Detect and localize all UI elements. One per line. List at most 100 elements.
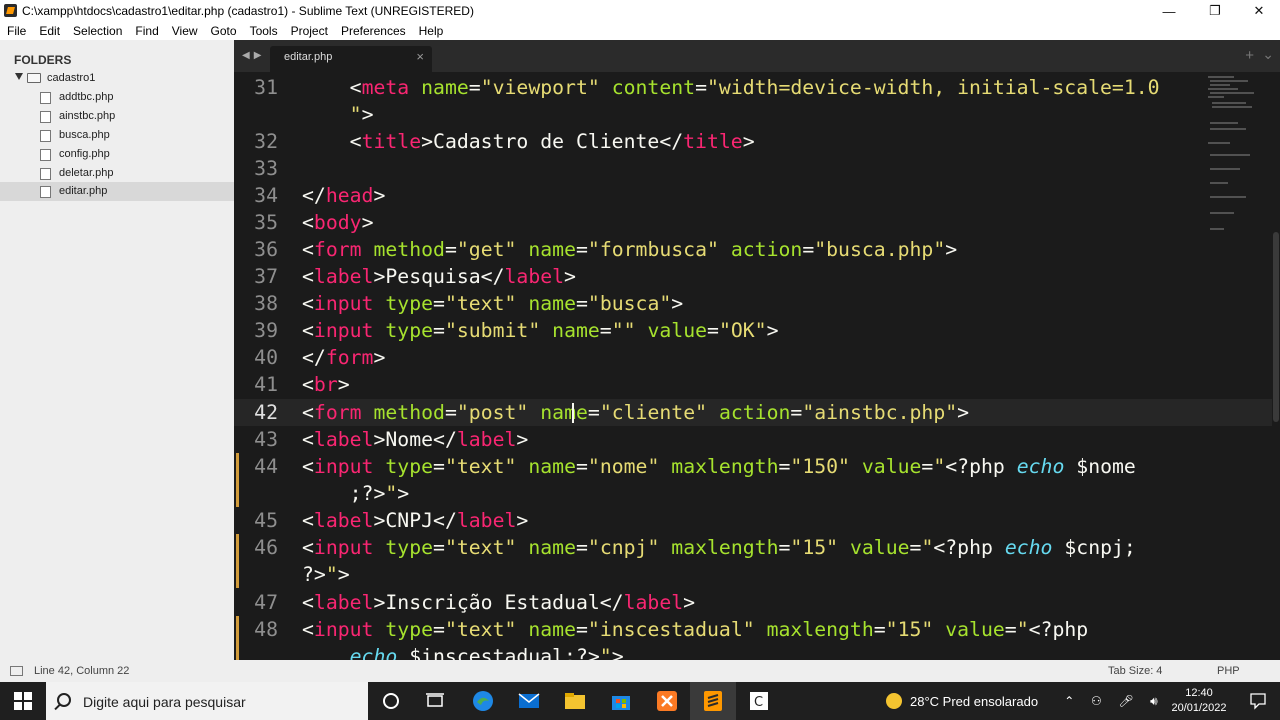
folder-item[interactable]: cadastro1: [0, 70, 234, 88]
code-line: <input type="text" name="nome" maxlength…: [302, 455, 1136, 478]
syntax-mode[interactable]: PHP: [1217, 665, 1240, 677]
menu-goto[interactable]: Goto: [205, 22, 244, 40]
notification-button[interactable]: [1236, 682, 1280, 720]
minimize-button[interactable]: —: [1146, 0, 1192, 22]
tab-bar: ◀▶ editar.php × + ⌄: [234, 40, 1280, 72]
chevron-up-icon[interactable]: ⌃: [1064, 694, 1074, 708]
file-icon: [40, 130, 51, 142]
code-line: <form method="get" name="formbusca" acti…: [302, 238, 958, 261]
close-button[interactable]: ✕: [1236, 0, 1280, 22]
panel-toggle-icon[interactable]: [10, 666, 23, 676]
file-item[interactable]: config.php: [0, 145, 234, 164]
menu-preferences[interactable]: Preferences: [335, 22, 413, 40]
menu-view[interactable]: View: [166, 22, 205, 40]
file-label: config.php: [59, 148, 110, 160]
search-icon: [57, 693, 71, 707]
code-line: <label>Pesquisa</label>: [302, 265, 576, 288]
file-icon: [40, 111, 51, 123]
text-cursor: [572, 403, 574, 423]
chevron-down-icon[interactable]: ⌄: [1262, 46, 1274, 63]
tab-label: editar.php: [284, 51, 333, 63]
store-app[interactable]: [598, 682, 644, 720]
code-line: </head>: [302, 184, 386, 207]
xampp-app[interactable]: [644, 682, 690, 720]
folder-icon: [565, 693, 585, 709]
file-item[interactable]: addtbc.php: [0, 88, 234, 107]
menu-project[interactable]: Project: [285, 22, 335, 40]
sublime-text-app[interactable]: [690, 682, 736, 720]
file-explorer-app[interactable]: [552, 682, 598, 720]
cursor-position[interactable]: Line 42, Column 22: [34, 665, 129, 677]
file-item[interactable]: ainstbc.php: [0, 107, 234, 126]
file-icon: [40, 92, 51, 104]
file-item[interactable]: deletar.php: [0, 164, 234, 183]
weather-widget[interactable]: 28°C Pred ensolarado: [886, 682, 1038, 720]
file-label: ainstbc.php: [59, 110, 116, 122]
file-icon: [40, 149, 51, 161]
mail-icon: [518, 693, 540, 708]
code-line: <input type="text" name="cnpj" maxlength…: [302, 536, 1136, 559]
menu-tools[interactable]: Tools: [244, 22, 285, 40]
vertical-scrollbar[interactable]: [1272, 72, 1280, 660]
close-icon[interactable]: ×: [416, 49, 424, 64]
line-number: 31: [254, 76, 278, 99]
code-line: <br>: [302, 373, 350, 396]
code-line: <label>Inscrição Estadual</label>: [302, 591, 696, 614]
windows-logo-icon: [14, 692, 32, 710]
plus-icon[interactable]: +: [1245, 47, 1254, 64]
notification-icon: [1250, 693, 1266, 710]
code-line: ;?>">: [349, 482, 410, 505]
menu-find[interactable]: Find: [129, 22, 165, 40]
minimap[interactable]: [1206, 72, 1266, 242]
line-number: 32: [254, 130, 278, 153]
file-label: busca.php: [59, 129, 110, 141]
line-number: 45: [254, 509, 278, 532]
code-line: <input type="text" name="busca">: [302, 292, 684, 315]
line-number: 33: [254, 157, 278, 180]
search-placeholder: Digite aqui para pesquisar: [83, 694, 246, 710]
edge-icon: [473, 691, 493, 711]
system-tray: ⌃ ⚇ 🎤︎ 🔊︎: [1056, 682, 1166, 720]
tab-size[interactable]: Tab Size: 4: [1108, 665, 1162, 677]
file-item-selected[interactable]: editar.php: [0, 182, 234, 201]
code-line: <input type="text" name="inscestadual" m…: [302, 618, 1089, 641]
modified-line-marker: [236, 616, 239, 660]
maximize-button[interactable]: ❐: [1192, 0, 1238, 22]
task-view-button[interactable]: [412, 682, 458, 720]
menu-edit[interactable]: Edit: [33, 22, 67, 40]
file-item[interactable]: busca.php: [0, 126, 234, 145]
sidebar: FOLDERS cadastro1 addtbc.php ainstbc.php…: [0, 40, 234, 660]
microphone-icon[interactable]: 🎤︎: [1118, 694, 1133, 708]
volume-icon[interactable]: 🔊︎: [1150, 694, 1158, 709]
folders-heading: FOLDERS: [14, 53, 72, 67]
code-line: echo $inscestadual;?>">: [349, 645, 624, 660]
cortana-button[interactable]: [368, 682, 414, 720]
chevron-down-icon[interactable]: [15, 73, 23, 80]
xampp-icon: [657, 691, 677, 711]
clock[interactable]: 12:40 20/01/2022: [1166, 686, 1232, 716]
code-editor[interactable]: 31 32 33 34 35 36 37 38 39 40 41 42 43 4…: [234, 72, 1280, 660]
tab-editar[interactable]: editar.php ×: [270, 46, 432, 72]
line-number: 38: [254, 292, 278, 315]
file-icon: [40, 168, 51, 180]
mail-app[interactable]: [506, 682, 552, 720]
notepad-app[interactable]: C: [736, 682, 782, 720]
taskbar-search[interactable]: Digite aqui para pesquisar: [46, 682, 368, 720]
sublime-text-icon: [704, 691, 722, 711]
modified-line-marker: [236, 534, 239, 588]
menu-selection[interactable]: Selection: [67, 22, 129, 40]
line-number: 43: [254, 428, 278, 451]
folder-label: cadastro1: [47, 72, 96, 84]
code-line: <label>Nome</label>: [302, 428, 529, 451]
tab-nav-arrows-icon[interactable]: ◀▶: [242, 50, 265, 61]
task-view-icon: [426, 693, 444, 707]
menu-file[interactable]: File: [1, 22, 33, 40]
edge-app[interactable]: [460, 682, 506, 720]
code-line: ?>">: [302, 563, 350, 586]
weather-text: 28°C Pred ensolarado: [910, 693, 1039, 709]
scrollbar-thumb[interactable]: [1273, 232, 1279, 422]
windows-start-button[interactable]: [0, 682, 46, 720]
network-icon[interactable]: ⚇: [1091, 694, 1102, 708]
menu-help[interactable]: Help: [413, 22, 451, 40]
window-title: C:\xampp\htdocs\cadastro1\editar.php (ca…: [22, 4, 474, 18]
